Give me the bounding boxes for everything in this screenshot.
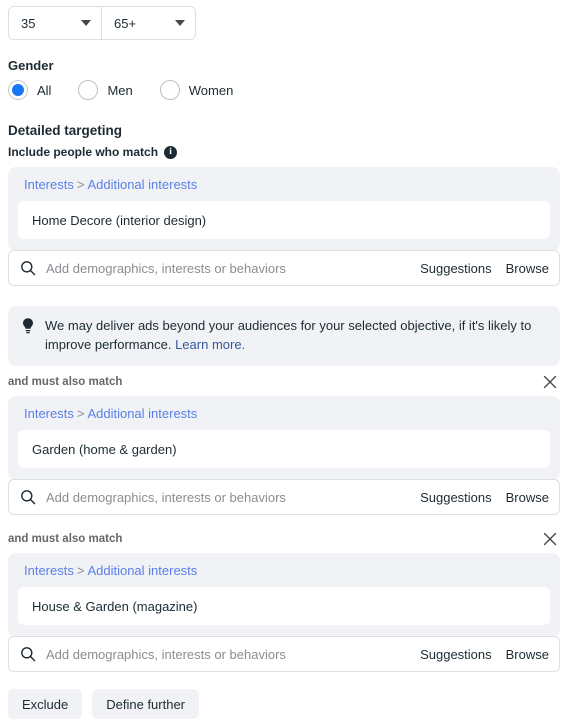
- chevron-down-icon: [81, 20, 91, 26]
- close-icon[interactable]: [540, 372, 560, 392]
- age-max-value: 65+: [114, 15, 137, 31]
- and-must-also-match-label: and must also match: [8, 376, 123, 388]
- targeting-search-bar-1[interactable]: Add demographics, interests or behaviors…: [8, 250, 560, 286]
- info-icon[interactable]: i: [164, 145, 178, 159]
- search-input[interactable]: Add demographics, interests or behaviors: [46, 490, 406, 505]
- age-max-dropdown[interactable]: 65+: [102, 7, 195, 39]
- breadcrumb: Interests > Additional interests: [18, 177, 550, 201]
- browse-button[interactable]: Browse: [506, 490, 549, 505]
- suggestions-button[interactable]: Suggestions: [420, 647, 492, 662]
- selected-interest-chip[interactable]: Home Decore (interior design): [18, 201, 550, 239]
- and-must-also-match-row-1: and must also match: [8, 372, 560, 392]
- detailed-targeting-panel: 35 65+ Gender All Men Women Detailed tar…: [0, 0, 569, 728]
- include-people-who-match-label: Include people who match: [8, 145, 159, 159]
- breadcrumb: Interests > Additional interests: [18, 406, 550, 430]
- age-min-value: 35: [21, 15, 36, 31]
- gender-option-men-label: Men: [107, 82, 133, 98]
- targeting-group-3: Interests > Additional interests House & G…: [8, 553, 560, 672]
- targeting-group-2: Interests > Additional interests Garden (h…: [8, 396, 560, 515]
- detailed-targeting-title: Detailed targeting: [8, 123, 123, 138]
- learn-more-link[interactable]: Learn more.: [175, 337, 245, 352]
- browse-button[interactable]: Browse: [506, 261, 549, 276]
- delivery-notice-text: We may deliver ads beyond your audiences…: [45, 316, 544, 354]
- targeting-group-3-panel: Interests > Additional interests House & G…: [8, 553, 560, 637]
- breadcrumb-separator: >: [76, 406, 85, 421]
- define-further-button[interactable]: Define further: [92, 689, 200, 719]
- and-must-also-match-label: and must also match: [8, 533, 123, 545]
- gender-option-all[interactable]: All: [8, 80, 51, 100]
- suggestions-button[interactable]: Suggestions: [420, 490, 492, 505]
- targeting-group-1-panel: Interests > Additional interests Home Deco…: [8, 167, 560, 251]
- gender-option-all-label: All: [37, 82, 52, 98]
- breadcrumb-leaf-link[interactable]: Additional interests: [87, 406, 197, 421]
- selected-interest-chip[interactable]: House & Garden (magazine): [18, 587, 550, 625]
- breadcrumb-root-link[interactable]: Interests: [24, 177, 74, 192]
- delivery-notice-body: We may deliver ads beyond your audiences…: [45, 318, 532, 352]
- age-range-control: 35 65+: [8, 6, 196, 40]
- breadcrumb-separator: >: [76, 563, 85, 578]
- gender-option-women[interactable]: Women: [159, 80, 234, 100]
- radio-unselected-icon: [78, 80, 99, 100]
- selected-interest-chip[interactable]: Garden (home & garden): [18, 430, 550, 468]
- suggestions-button[interactable]: Suggestions: [420, 261, 492, 276]
- close-icon[interactable]: [540, 529, 560, 549]
- search-input[interactable]: Add demographics, interests or behaviors: [46, 261, 406, 276]
- breadcrumb-leaf-link[interactable]: Additional interests: [87, 563, 197, 578]
- gender-label: Gender: [8, 58, 54, 73]
- targeting-actions: Exclude Define further: [8, 689, 209, 719]
- search-icon: [21, 647, 36, 662]
- radio-selected-icon: [8, 80, 28, 100]
- exclude-button[interactable]: Exclude: [8, 689, 83, 719]
- breadcrumb-root-link[interactable]: Interests: [24, 406, 74, 421]
- lightbulb-icon: [23, 318, 33, 334]
- radio-unselected-icon: [159, 80, 180, 100]
- breadcrumb-leaf-link[interactable]: Additional interests: [87, 177, 197, 192]
- search-icon: [21, 261, 36, 276]
- gender-radio-group: All Men Women: [8, 80, 233, 100]
- delivery-notice: We may deliver ads beyond your audiences…: [8, 306, 560, 366]
- age-min-dropdown[interactable]: 35: [9, 7, 102, 39]
- include-people-who-match-row: Include people who match i: [8, 145, 178, 159]
- chevron-down-icon: [175, 20, 185, 26]
- gender-option-men[interactable]: Men: [78, 80, 133, 100]
- search-icon: [21, 490, 36, 505]
- targeting-search-bar-3[interactable]: Add demographics, interests or behaviors…: [8, 636, 560, 672]
- browse-button[interactable]: Browse: [506, 647, 549, 662]
- gender-option-women-label: Women: [188, 82, 234, 98]
- breadcrumb: Interests > Additional interests: [18, 563, 550, 587]
- and-must-also-match-row-2: and must also match: [8, 529, 560, 549]
- targeting-search-bar-2[interactable]: Add demographics, interests or behaviors…: [8, 479, 560, 515]
- search-input[interactable]: Add demographics, interests or behaviors: [46, 647, 406, 662]
- breadcrumb-root-link[interactable]: Interests: [24, 563, 74, 578]
- targeting-group-2-panel: Interests > Additional interests Garden (h…: [8, 396, 560, 480]
- targeting-group-1: Interests > Additional interests Home Deco…: [8, 167, 560, 286]
- breadcrumb-separator: >: [76, 177, 85, 192]
